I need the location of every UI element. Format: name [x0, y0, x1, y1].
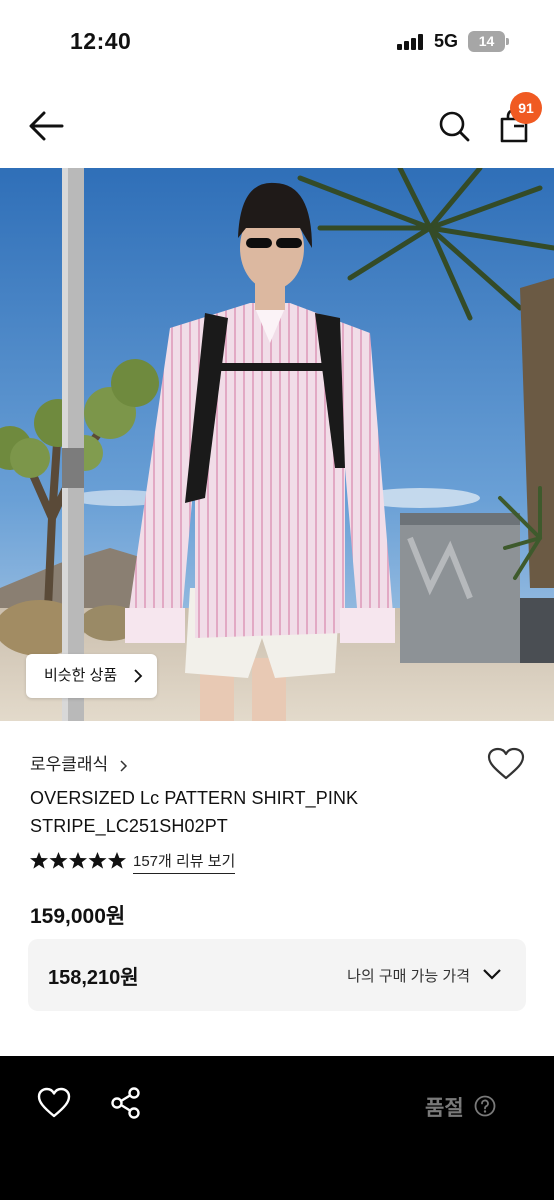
product-name: OVERSIZED Lc PATTERN SHIRT_PINK STRIPE_L…: [30, 788, 359, 836]
brand-name: 로우클래식: [30, 755, 109, 774]
status-bar: 12:40 5G 14: [0, 0, 554, 84]
battery-icon: 14: [468, 31, 505, 52]
brand-link[interactable]: 로우클래식: [30, 750, 128, 775]
my-price-label: 나의 구매 가능 가격: [347, 968, 470, 985]
share-icon[interactable]: [110, 1086, 142, 1120]
my-price-dropdown[interactable]: 158,210원 나의 구매 가능 가격: [28, 939, 526, 1011]
star-rating-icon: [30, 852, 126, 869]
signal-icon: [397, 34, 427, 50]
my-price-value: 158,210원: [48, 967, 139, 989]
soldout-label: 품절: [425, 1097, 464, 1120]
heart-icon[interactable]: [36, 1086, 72, 1120]
back-arrow-icon[interactable]: [26, 108, 66, 144]
product-price: 159,000원: [30, 905, 126, 928]
bottom-action-bar: 품절: [0, 1056, 554, 1200]
top-nav: [0, 84, 554, 168]
heart-icon[interactable]: [486, 746, 526, 782]
network-label: 5G: [434, 31, 459, 51]
similar-products-label: 비슷한 상품: [44, 667, 118, 684]
similar-products-button[interactable]: 비슷한 상품: [26, 654, 158, 698]
battery-tip: [506, 38, 509, 45]
cart-count-badge: 91: [510, 92, 542, 124]
status-time: 12:40: [70, 28, 132, 54]
product-image[interactable]: 비슷한 상품: [0, 168, 554, 721]
help-icon[interactable]: [474, 1095, 496, 1117]
chevron-right-icon: [120, 759, 127, 772]
chevron-right-icon: [134, 669, 143, 683]
review-link[interactable]: 157개 리뷰 보기: [133, 850, 236, 874]
chevron-down-icon: [483, 969, 501, 980]
search-icon[interactable]: [434, 106, 474, 146]
